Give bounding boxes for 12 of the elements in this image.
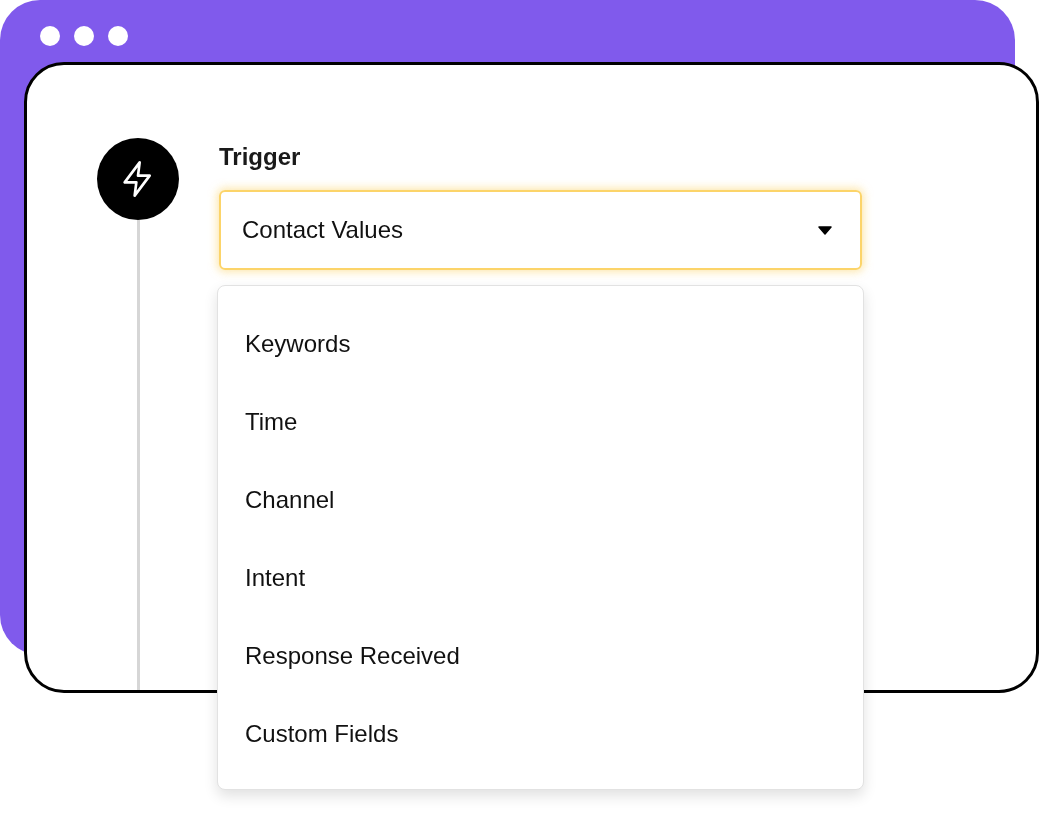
caret-icon <box>818 225 832 235</box>
window-dot <box>108 26 128 46</box>
menu-option[interactable]: Custom Fields <box>218 695 863 773</box>
menu-option[interactable]: Intent <box>218 539 863 617</box>
menu-option[interactable]: Response Received <box>218 617 863 695</box>
window-dot <box>40 26 60 46</box>
menu-option[interactable]: Keywords <box>218 305 863 383</box>
trigger-select[interactable]: Contact Values <box>219 190 862 270</box>
menu-option[interactable]: Time <box>218 383 863 461</box>
menu-option[interactable]: Channel <box>218 461 863 539</box>
window-dot <box>74 26 94 46</box>
trigger-label: Trigger <box>219 143 302 171</box>
